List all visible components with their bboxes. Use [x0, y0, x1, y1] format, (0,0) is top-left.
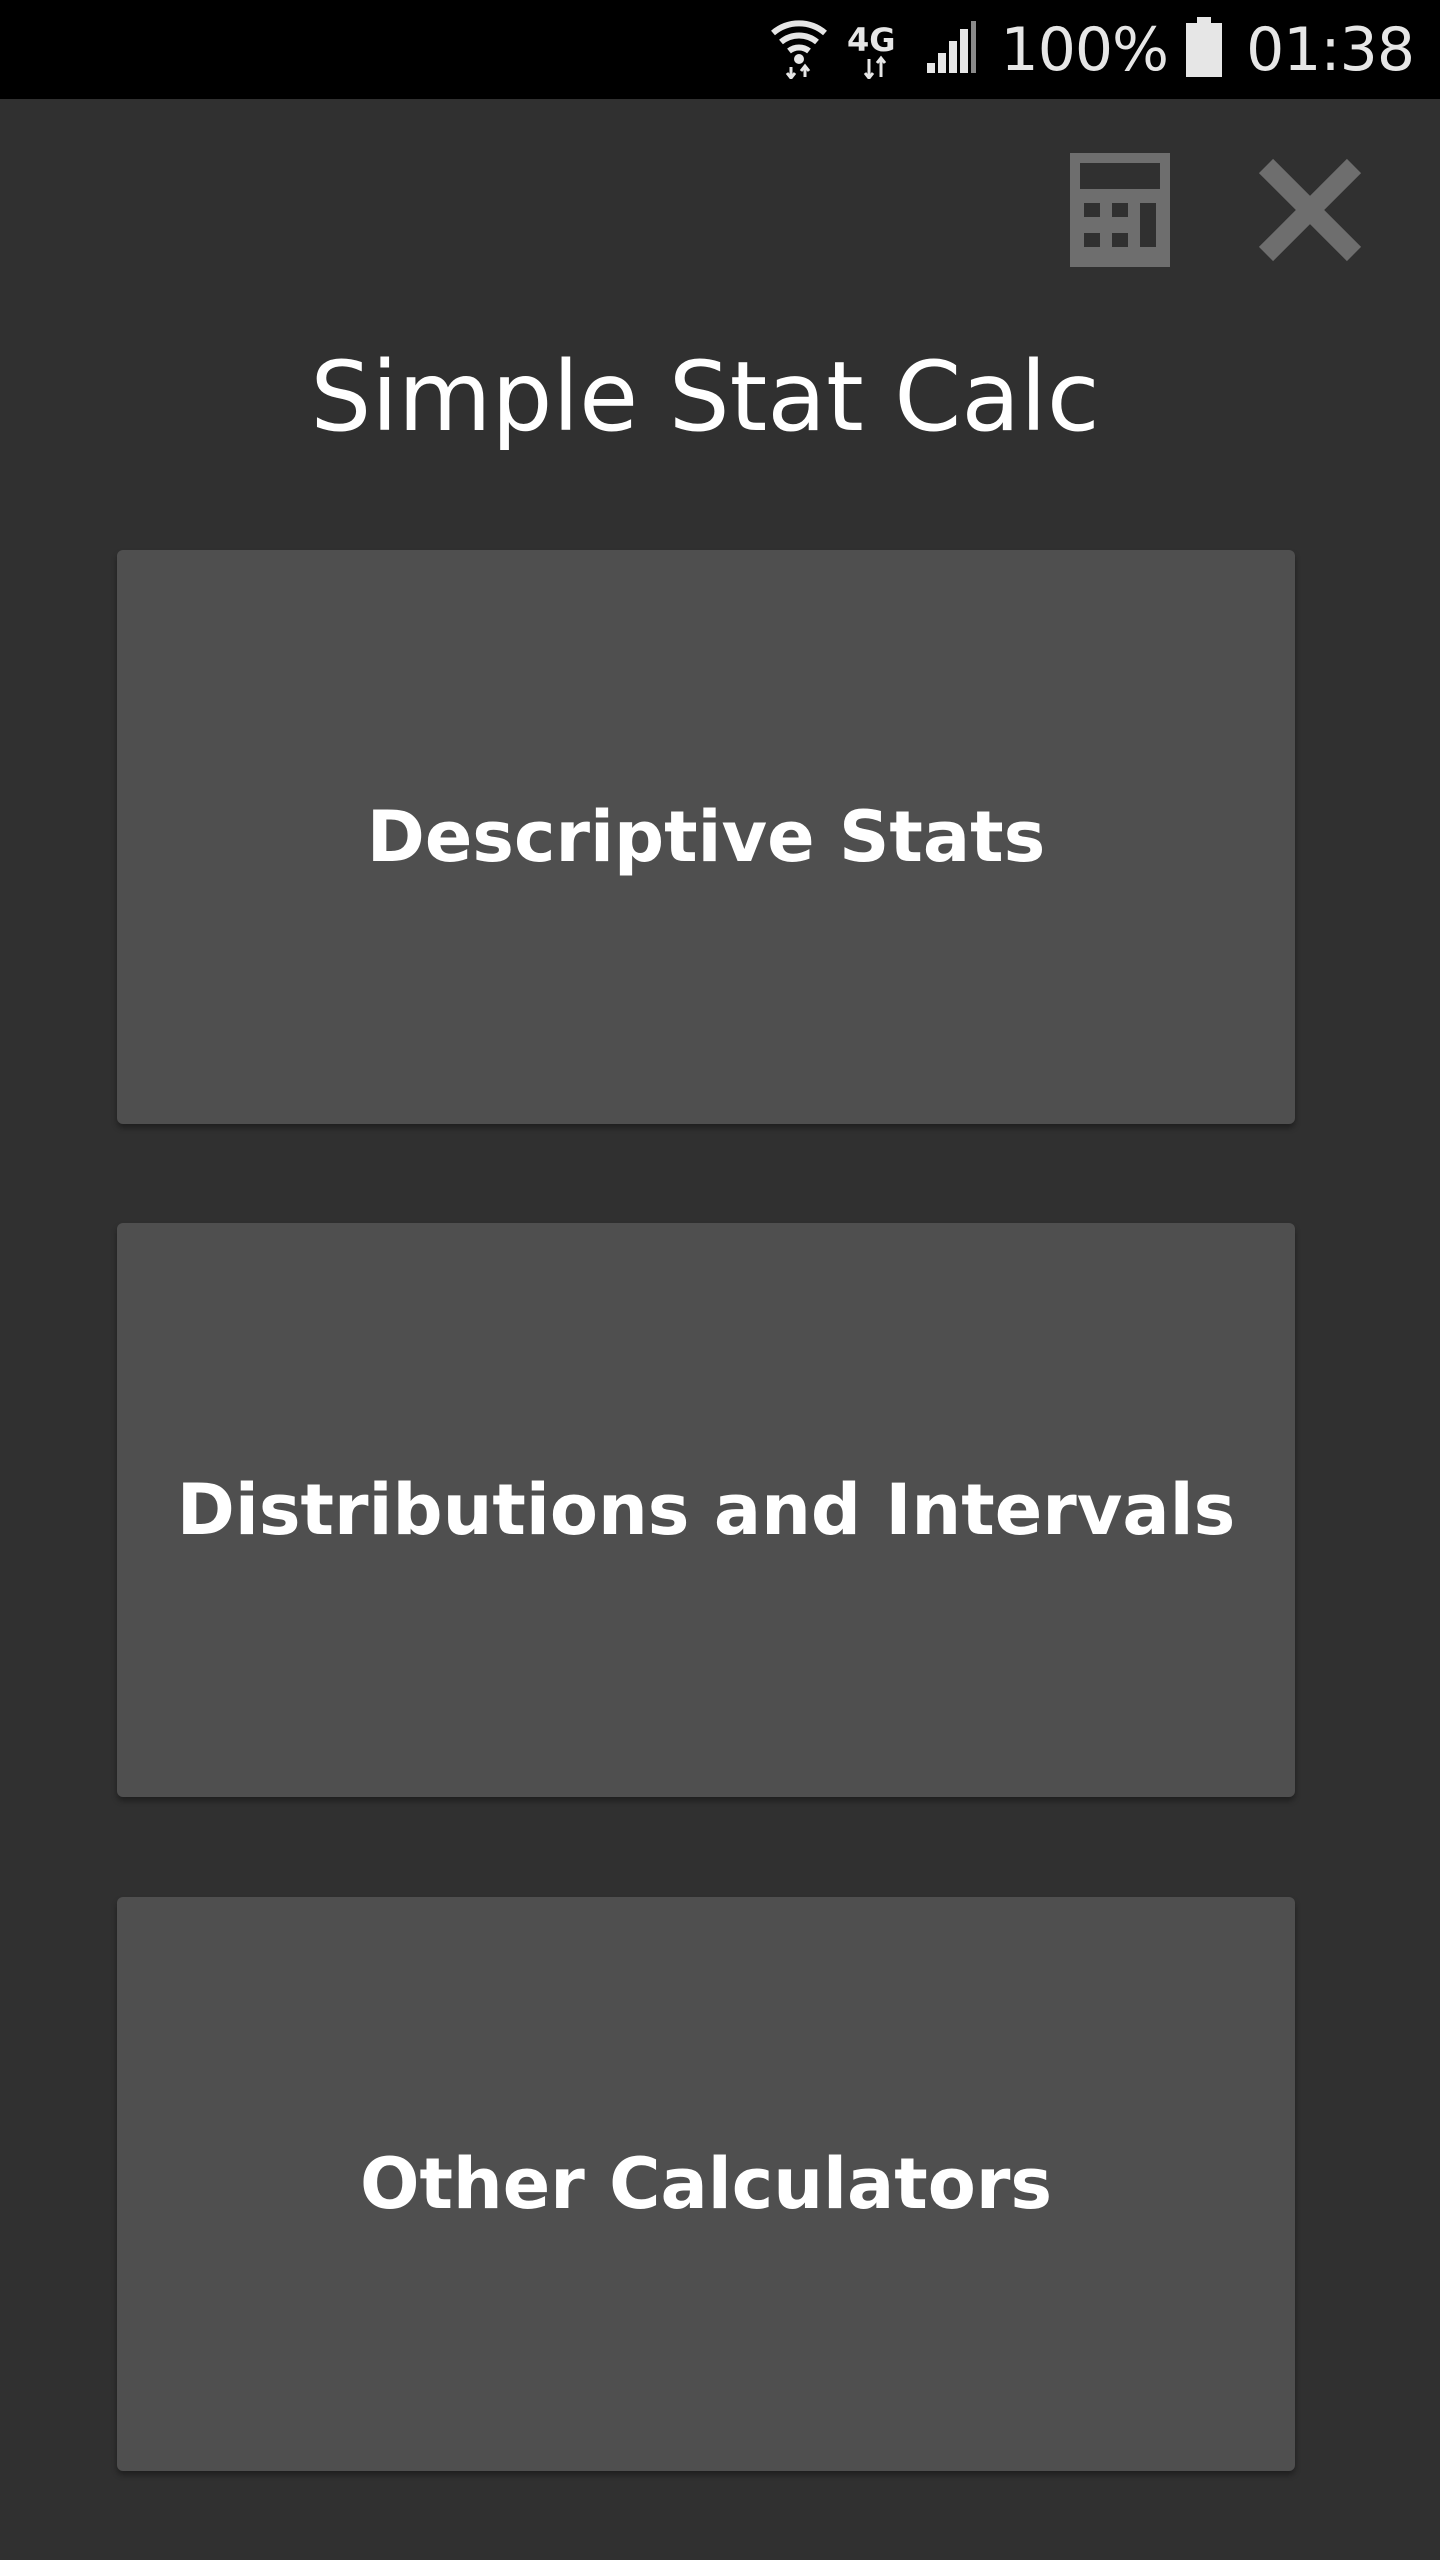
close-icon: [1254, 154, 1366, 271]
network-label: 4G: [847, 21, 896, 59]
menu-item-label: Distributions and Intervals: [176, 1469, 1236, 1551]
calculator-button[interactable]: [1062, 152, 1178, 272]
status-bar: 4G 100% 01:38: [0, 0, 1440, 99]
wifi-icon: [769, 15, 829, 84]
status-icons: 4G 100% 01:38: [751, 0, 1415, 99]
battery-icon: [1186, 17, 1223, 82]
calculator-icon: [1070, 152, 1170, 272]
clock: 01:38: [1246, 14, 1415, 85]
signal-icon: [925, 19, 977, 80]
menu-item-label: Descriptive Stats: [366, 796, 1046, 878]
descriptive-stats-button[interactable]: Descriptive Stats: [117, 550, 1295, 1124]
page-title: Simple Stat Calc: [310, 341, 1100, 453]
main-screen: Simple Stat Calc Descriptive Stats Distr…: [0, 99, 1440, 2560]
4g-lte-icon: 4G: [847, 15, 907, 84]
battery-percent: 100%: [1000, 14, 1170, 85]
menu-item-label: Other Calculators: [359, 2143, 1053, 2225]
distributions-intervals-button[interactable]: Distributions and Intervals: [117, 1223, 1295, 1797]
close-button[interactable]: [1252, 154, 1368, 270]
other-calculators-button[interactable]: Other Calculators: [117, 1897, 1295, 2471]
